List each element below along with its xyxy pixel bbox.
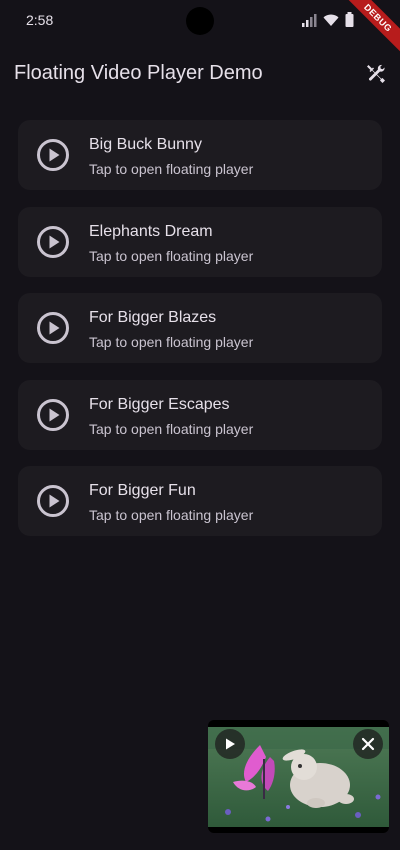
signal-icon xyxy=(302,13,317,27)
front-camera xyxy=(186,7,214,35)
video-card[interactable]: For Bigger Blazes Tap to open floating p… xyxy=(18,293,382,363)
play-circle-icon xyxy=(37,139,69,171)
tools-icon[interactable] xyxy=(364,62,388,86)
play-circle-icon xyxy=(37,225,69,258)
player-play-button[interactable] xyxy=(215,729,245,759)
player-close-button[interactable] xyxy=(353,729,383,759)
play-circle-icon xyxy=(37,312,69,344)
floating-video-player[interactable] xyxy=(208,720,389,833)
status-time: 2:58 xyxy=(26,12,54,28)
close-icon xyxy=(361,737,375,751)
status-icons xyxy=(301,12,354,27)
page-title: Floating Video Player Demo xyxy=(14,62,263,84)
video-subtitle: Tap to open floating player xyxy=(89,507,254,523)
status-bar: 2:58 xyxy=(0,0,400,44)
app-bar: Floating Video Player Demo xyxy=(0,52,400,96)
video-title: For Bigger Blazes xyxy=(89,309,217,326)
video-list: Big Buck Bunny Tap to open floating play… xyxy=(18,120,382,553)
video-subtitle: Tap to open floating player xyxy=(89,161,254,177)
video-card[interactable]: Elephants Dream Tap to open floating pla… xyxy=(18,206,382,277)
play-circle-icon xyxy=(37,485,69,517)
video-card[interactable]: For Bigger Fun Tap to open floating play… xyxy=(18,466,382,536)
video-subtitle: Tap to open floating player xyxy=(89,247,254,264)
video-title: For Bigger Fun xyxy=(89,482,196,499)
video-subtitle: Tap to open floating player xyxy=(89,420,254,437)
wifi-icon xyxy=(323,14,339,26)
play-circle-icon xyxy=(37,398,69,431)
play-icon xyxy=(226,738,235,750)
battery-icon xyxy=(345,12,354,27)
video-title: Elephants Dream xyxy=(89,222,213,240)
video-card[interactable]: For Bigger Escapes Tap to open floating … xyxy=(18,379,382,450)
video-subtitle: Tap to open floating player xyxy=(89,334,254,350)
video-title: Big Buck Bunny xyxy=(89,136,202,153)
video-card[interactable]: Big Buck Bunny Tap to open floating play… xyxy=(18,120,382,190)
video-title: For Bigger Escapes xyxy=(89,395,230,413)
